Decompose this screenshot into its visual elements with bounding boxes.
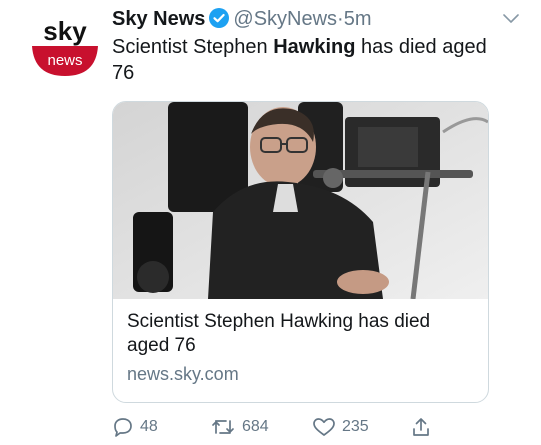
svg-text:sky: sky bbox=[43, 16, 87, 46]
tweet-actions: 48 684 235 bbox=[112, 414, 512, 440]
share-icon bbox=[413, 418, 429, 436]
reply-icon bbox=[114, 418, 132, 437]
card-title: Scientist Stephen Hawking has died aged … bbox=[127, 311, 431, 356]
card-domain: news.sky.com bbox=[127, 364, 239, 384]
retweet-icon bbox=[212, 420, 234, 434]
avatar[interactable]: sky news bbox=[30, 8, 100, 78]
svg-text:news: news bbox=[47, 52, 82, 69]
tweet-header: Sky News @SkyNews·5m bbox=[112, 6, 521, 32]
like-button[interactable]: 235 bbox=[312, 414, 369, 440]
author-handle[interactable]: @SkyNews bbox=[233, 8, 337, 30]
like-count: 235 bbox=[342, 418, 369, 435]
tweet-text: Scientist Stephen Hawking has died aged … bbox=[112, 34, 492, 86]
tweet-time[interactable]: 5m bbox=[344, 8, 372, 30]
tweet-text-start: Scientist Stephen bbox=[112, 36, 274, 58]
retweet-button[interactable]: 684 bbox=[210, 414, 269, 440]
sky-news-logo: sky news bbox=[32, 16, 98, 76]
reply-button[interactable]: 48 bbox=[112, 414, 158, 440]
separator-dot: · bbox=[337, 8, 344, 30]
share-button[interactable] bbox=[410, 414, 438, 440]
card-image bbox=[113, 102, 488, 299]
verified-badge-icon bbox=[209, 8, 230, 28]
retweet-count: 684 bbox=[242, 418, 269, 435]
chevron-down-icon[interactable] bbox=[501, 8, 521, 28]
link-card[interactable]: Scientist Stephen Hawking has died aged … bbox=[112, 101, 489, 403]
hawking-photo bbox=[113, 102, 488, 299]
reply-count: 48 bbox=[140, 418, 158, 435]
tweet-text-bold: Hawking bbox=[273, 36, 356, 58]
author-name[interactable]: Sky News bbox=[112, 8, 205, 30]
heart-icon bbox=[313, 418, 335, 436]
